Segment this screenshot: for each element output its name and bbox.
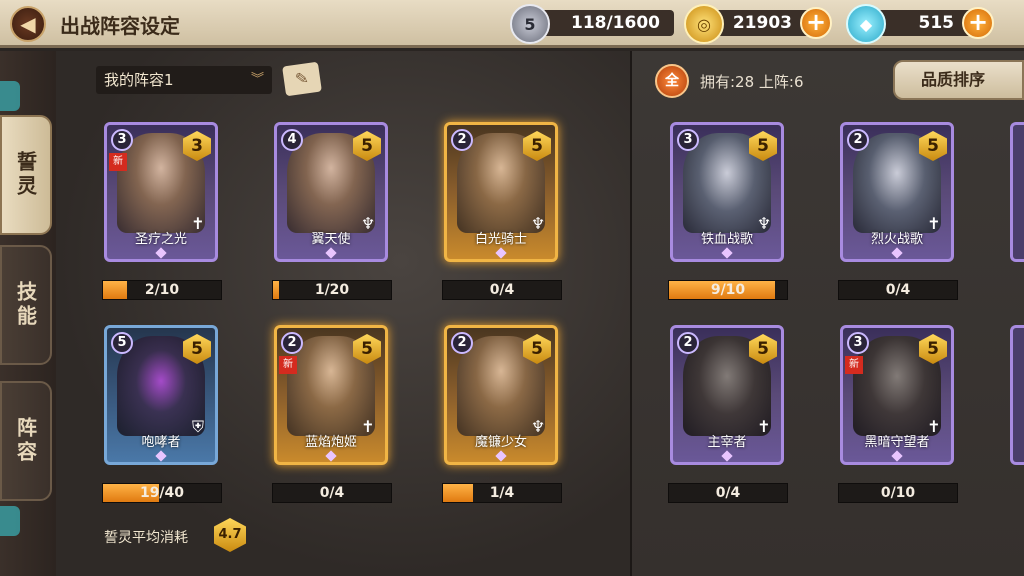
avg-cost-label: 誓灵平均消耗 xyxy=(104,530,188,546)
hero-card[interactable]: 2 5 新 ✝ 蓝焰炮姬 xyxy=(274,325,388,465)
rarity-gem-icon xyxy=(495,247,507,259)
lineup-dropdown[interactable]: 我的阵容1 ︾ xyxy=(96,66,272,94)
top-bar: ◀ 出战阵容设定 118/1600 5 21903 ◎ + 515 ◆ + xyxy=(0,0,1024,48)
sidebar: 誓灵 技能 阵容 xyxy=(0,51,56,576)
add-gem-button[interactable]: + xyxy=(962,7,994,39)
hero-card[interactable]: 2 5 ✝ 主宰者 xyxy=(670,325,784,465)
rarity-gem-icon xyxy=(325,450,337,462)
star-level-badge: 2 xyxy=(677,332,699,354)
star-level-badge: 5 xyxy=(111,332,133,354)
hero-card[interactable]: 3 5 ♆ 铁血战歌 xyxy=(670,122,784,262)
shard-progress-bar: 1/4 xyxy=(442,483,562,503)
progress-text: 0/4 xyxy=(319,485,345,501)
hero-name: 翼天使 xyxy=(311,232,351,247)
chevron-down-icon: ︾ xyxy=(250,72,264,87)
hero-card[interactable]: 2 5 ♆ 魔镰少女 xyxy=(444,325,558,465)
rarity-gem-icon xyxy=(891,450,903,462)
star-level-badge: 2 xyxy=(847,129,869,151)
gold-coin-icon: ◎ xyxy=(684,4,724,44)
hero-card[interactable]: 2 5 ♆ 白光骑士 xyxy=(444,122,558,262)
shard-progress-bar: 9/10 xyxy=(668,280,788,300)
hero-name: 铁血战歌 xyxy=(700,232,753,247)
shard-progress-bar: 0/4 xyxy=(442,280,562,300)
sort-by-quality-button[interactable]: 品质排序 xyxy=(893,60,1024,100)
progress-text: 0/10 xyxy=(880,485,916,501)
progress-text: 1/4 xyxy=(489,485,515,501)
star-level-badge: 3 xyxy=(111,129,133,151)
rarity-gem-icon xyxy=(721,450,733,462)
progress-text: 0/4 xyxy=(715,485,741,501)
new-tag: 新 xyxy=(279,356,297,374)
scroll-quill-icon[interactable]: ✎ xyxy=(282,61,322,97)
star-level-badge: 3 xyxy=(847,332,869,354)
new-tag: 新 xyxy=(109,153,127,171)
tab-lineup[interactable]: 阵容 xyxy=(0,381,52,501)
progress-text: 0/4 xyxy=(489,282,515,298)
star-level-badge: 2 xyxy=(281,332,303,354)
gem-icon: ◆ xyxy=(846,4,886,44)
hero-name: 圣疗之光 xyxy=(134,232,187,247)
star-level-badge: 2 xyxy=(451,332,473,354)
sidebar-ornament xyxy=(0,506,20,536)
hero-card[interactable]: 3 3 新 ✝ 圣疗之光 xyxy=(104,122,218,262)
owned-count: 拥有:28 上阵:6 xyxy=(700,73,804,91)
shard-progress-bar: 1/20 xyxy=(272,280,392,300)
stamina-level-icon: 5 xyxy=(510,4,550,44)
hero-name: 烈火战歌 xyxy=(870,232,923,247)
hero-card[interactable]: 4 5 ♆ 翼天使 xyxy=(274,122,388,262)
star-level-badge: 2 xyxy=(451,129,473,151)
partial-card[interactable] xyxy=(1010,325,1024,465)
lineup-dropdown-value: 我的阵容1 xyxy=(104,71,174,89)
hero-card[interactable]: 5 5 ⛨ 咆哮者 xyxy=(104,325,218,465)
hero-name: 魔镰少女 xyxy=(474,435,527,450)
new-tag: 新 xyxy=(845,356,863,374)
add-gold-button[interactable]: + xyxy=(800,7,832,39)
rarity-gem-icon xyxy=(155,450,167,462)
progress-text: 9/10 xyxy=(710,282,746,298)
shard-progress-bar: 0/4 xyxy=(668,483,788,503)
back-arrow-icon[interactable]: ◀ xyxy=(10,6,46,42)
star-level-badge: 3 xyxy=(677,129,699,151)
progress-text: 19/40 xyxy=(139,485,185,501)
rarity-gem-icon xyxy=(721,247,733,259)
filter-all-button[interactable]: 全 xyxy=(655,64,689,98)
shard-progress-bar: 2/10 xyxy=(102,280,222,300)
rarity-gem-icon xyxy=(495,450,507,462)
page-title: 出战阵容设定 xyxy=(60,14,180,38)
sidebar-ornament xyxy=(0,81,20,111)
shard-progress-bar: 19/40 xyxy=(102,483,222,503)
hero-name: 主宰者 xyxy=(707,435,747,450)
hero-name: 咆哮者 xyxy=(141,435,181,450)
shard-progress-bar: 0/4 xyxy=(272,483,392,503)
progress-text: 0/4 xyxy=(885,282,911,298)
star-level-badge: 4 xyxy=(281,129,303,151)
tab-spirits[interactable]: 誓灵 xyxy=(0,115,52,235)
progress-text: 2/10 xyxy=(144,282,180,298)
progress-text: 1/20 xyxy=(314,282,350,298)
hero-name: 蓝焰炮姬 xyxy=(304,435,357,450)
hero-name: 白光骑士 xyxy=(474,232,527,247)
rarity-gem-icon xyxy=(325,247,337,259)
hero-card[interactable]: 2 5 ✝ 烈火战歌 xyxy=(840,122,954,262)
shard-progress-bar: 0/4 xyxy=(838,280,958,300)
shard-progress-bar: 0/10 xyxy=(838,483,958,503)
rarity-gem-icon xyxy=(891,247,903,259)
tab-skills[interactable]: 技能 xyxy=(0,245,52,365)
hero-name: 黑暗守望者 xyxy=(864,435,930,450)
hero-card[interactable]: 3 5 新 ✝ 黑暗守望者 xyxy=(840,325,954,465)
partial-card[interactable] xyxy=(1010,122,1024,262)
rarity-gem-icon xyxy=(155,247,167,259)
